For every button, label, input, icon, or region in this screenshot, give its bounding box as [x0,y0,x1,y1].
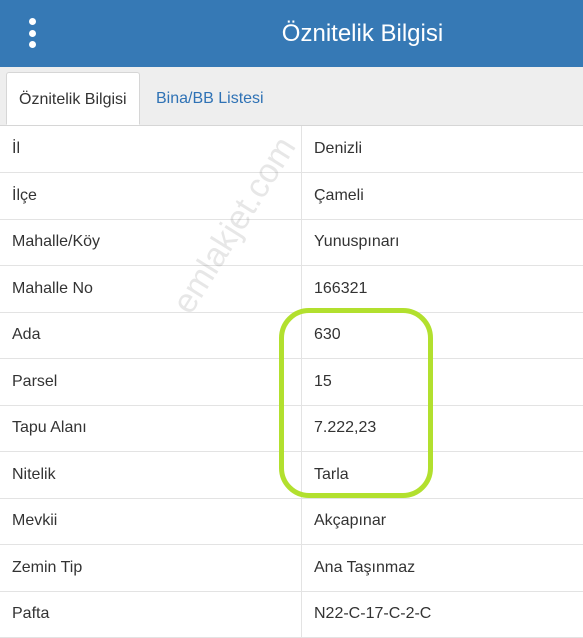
row-key: İlçe [0,173,302,220]
row-value: Tarla [302,452,583,499]
row-key: Nitelik [0,452,302,499]
kebab-menu-icon[interactable] [22,18,42,48]
row-key: Mahalle No [0,266,302,313]
row-value: Denizli [302,126,583,173]
tab-bina-bb-listesi[interactable]: Bina/BB Listesi [144,72,276,125]
table-row: MevkiiAkçapınar [0,498,583,545]
table-row: Mahalle No166321 [0,266,583,313]
row-value: 630 [302,312,583,359]
attribute-table: İlDenizli İlçeÇameli Mahalle/KöyYunuspın… [0,126,583,638]
row-key: Zemin Tip [0,545,302,592]
row-key: Tapu Alanı [0,405,302,452]
tab-oznitelik-bilgisi[interactable]: Öznitelik Bilgisi [6,72,140,125]
table-row: Mahalle/KöyYunuspınarı [0,219,583,266]
row-key: Ada [0,312,302,359]
row-value: Yunuspınarı [302,219,583,266]
table-row: Tapu Alanı7.222,23 [0,405,583,452]
app-header: Öznitelik Bilgisi [0,0,583,67]
row-key: Parsel [0,359,302,406]
table-row: Ada630 [0,312,583,359]
row-key: Mahalle/Köy [0,219,302,266]
page-title: Öznitelik Bilgisi [200,0,583,67]
tab-bar: Öznitelik Bilgisi Bina/BB Listesi [0,67,583,126]
row-key: Pafta [0,591,302,638]
row-value: 166321 [302,266,583,313]
row-key: İl [0,126,302,173]
row-key: Mevkii [0,498,302,545]
table-row: PaftaN22-C-17-C-2-C [0,591,583,638]
table-row: Zemin TipAna Taşınmaz [0,545,583,592]
row-value: 7.222,23 [302,405,583,452]
table-row: İlçeÇameli [0,173,583,220]
table-row: İlDenizli [0,126,583,173]
row-value: Akçapınar [302,498,583,545]
table-row: Parsel15 [0,359,583,406]
row-value: Çameli [302,173,583,220]
table-row: NitelikTarla [0,452,583,499]
row-value: 15 [302,359,583,406]
row-value: N22-C-17-C-2-C [302,591,583,638]
row-value: Ana Taşınmaz [302,545,583,592]
